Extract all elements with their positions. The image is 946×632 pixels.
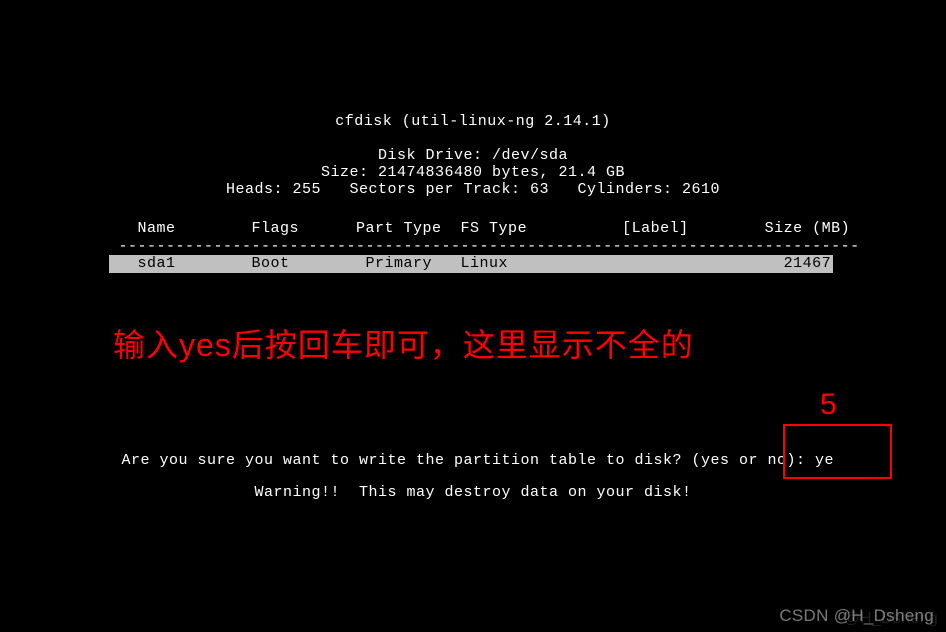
disk-drive-line: Disk Drive: /dev/sda bbox=[0, 147, 946, 164]
annotation-step-number: 5 bbox=[820, 388, 837, 422]
annotation-highlight-box bbox=[783, 424, 892, 479]
program-title: cfdisk (util-linux-ng 2.14.1) bbox=[0, 113, 946, 130]
cfdisk-terminal: cfdisk (util-linux-ng 2.14.1) Disk Drive… bbox=[0, 0, 946, 632]
warning-text: Warning!! This may destroy data on your … bbox=[0, 484, 946, 501]
cfdisk-header: cfdisk (util-linux-ng 2.14.1) Disk Drive… bbox=[0, 113, 946, 198]
annotation-text: 输入yes后按回车即可，这里显示不全的 bbox=[113, 320, 694, 366]
divider-line: ----------------------------------------… bbox=[0, 238, 946, 255]
partition-row-selected[interactable]: sda1 Boot Primary Linux 21467.99 bbox=[109, 255, 833, 273]
geometry-line: Heads: 255 Sectors per Track: 63 Cylinde… bbox=[0, 181, 946, 198]
watermark-text: CSDN @H_Dsheng bbox=[779, 606, 934, 626]
disk-size-line: Size: 21474836480 bytes, 21.4 GB bbox=[0, 164, 946, 181]
column-headers: Name Flags Part Type FS Type [Label] Siz… bbox=[0, 220, 946, 238]
